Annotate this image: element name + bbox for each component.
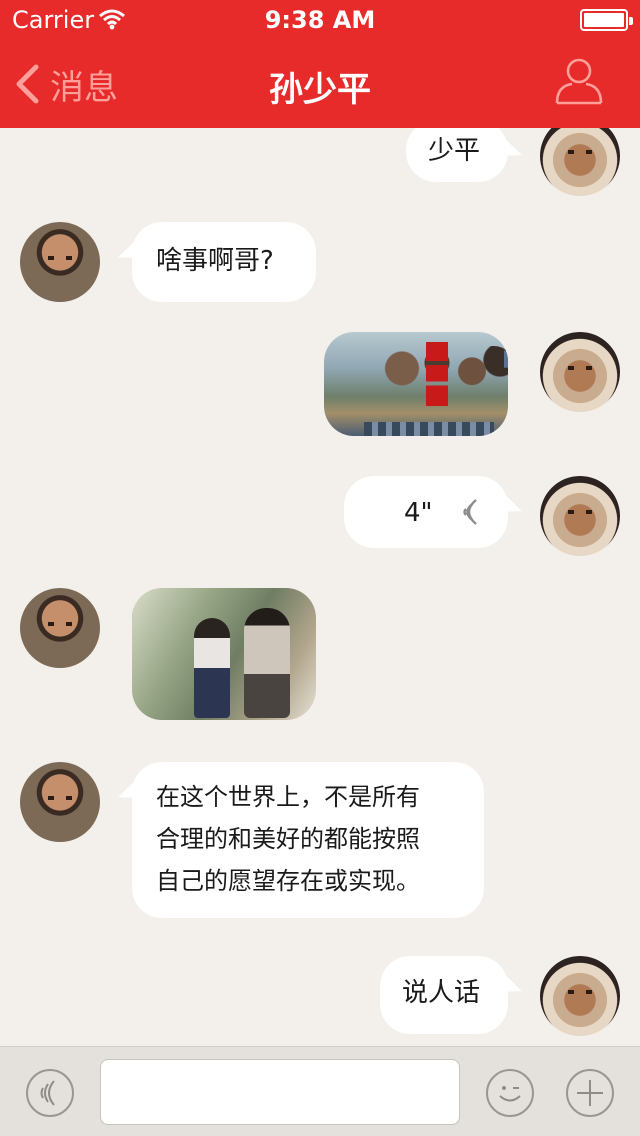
message-text: 说人话	[402, 978, 481, 1008]
message-row: 在这个世界上，不是所有 合理的和美好的都能按照 自己的愿望存在或实现。	[0, 762, 640, 918]
voice-button[interactable]	[26, 1069, 74, 1117]
plus-icon	[577, 1080, 603, 1106]
chat-area[interactable]: 少平 啥事啊哥? 4" 在这个世界上，不是所有 合理的和美好的都能按照 自己的愿…	[0, 128, 640, 1046]
image-bubble[interactable]	[132, 588, 316, 720]
message-row: 啥事啊哥?	[0, 222, 640, 302]
message-input[interactable]	[100, 1059, 460, 1125]
my-avatar[interactable]	[540, 332, 620, 412]
emoji-icon	[499, 1086, 521, 1102]
input-bar	[0, 1046, 640, 1136]
contact-avatar[interactable]	[20, 222, 100, 302]
contact-avatar[interactable]	[20, 588, 100, 668]
header: Carrier 9:38 AM 消息 孙少平	[0, 0, 640, 128]
voice-icon	[40, 1080, 55, 1106]
message-row: 说人话	[0, 956, 640, 1036]
couple-photo-image	[132, 588, 316, 720]
movie-poster-image	[324, 332, 508, 436]
message-bubble[interactable]: 少平	[406, 128, 508, 182]
message-text-line: 在这个世界上，不是所有	[156, 783, 420, 811]
message-text: 啥事啊哥?	[156, 246, 274, 276]
battery-icon	[580, 9, 633, 31]
page-title: 孙少平	[269, 70, 371, 110]
message-bubble[interactable]: 在这个世界上，不是所有 合理的和美好的都能按照 自己的愿望存在或实现。	[132, 762, 484, 918]
status-time: 9:38 AM	[264, 6, 376, 34]
message-row: 4"	[0, 476, 640, 556]
more-button[interactable]	[566, 1069, 614, 1117]
voice-duration: 4"	[404, 498, 433, 528]
message-text: 少平	[428, 136, 481, 166]
voice-wave-icon	[463, 499, 477, 525]
voice-bubble[interactable]: 4"	[344, 476, 508, 548]
battery-fill	[584, 13, 624, 27]
my-avatar[interactable]	[540, 128, 620, 196]
message-row	[0, 332, 640, 436]
message-text-line: 自己的愿望存在或实现。	[156, 867, 420, 895]
image-bubble[interactable]	[324, 332, 508, 436]
emoji-button[interactable]	[486, 1069, 534, 1117]
battery-nub	[629, 17, 633, 25]
nav-bar: 消息 孙少平	[0, 40, 640, 128]
message-bubble[interactable]: 啥事啊哥?	[132, 222, 316, 302]
status-bar: Carrier 9:38 AM	[0, 0, 640, 40]
message-text-line: 合理的和美好的都能按照	[156, 825, 420, 853]
message-bubble[interactable]: 说人话	[380, 956, 508, 1034]
my-avatar[interactable]	[540, 476, 620, 556]
message-row: 少平	[0, 128, 640, 196]
message-row	[0, 588, 640, 720]
contact-avatar[interactable]	[20, 762, 100, 842]
my-avatar[interactable]	[540, 956, 620, 1036]
person-icon[interactable]	[554, 56, 604, 106]
